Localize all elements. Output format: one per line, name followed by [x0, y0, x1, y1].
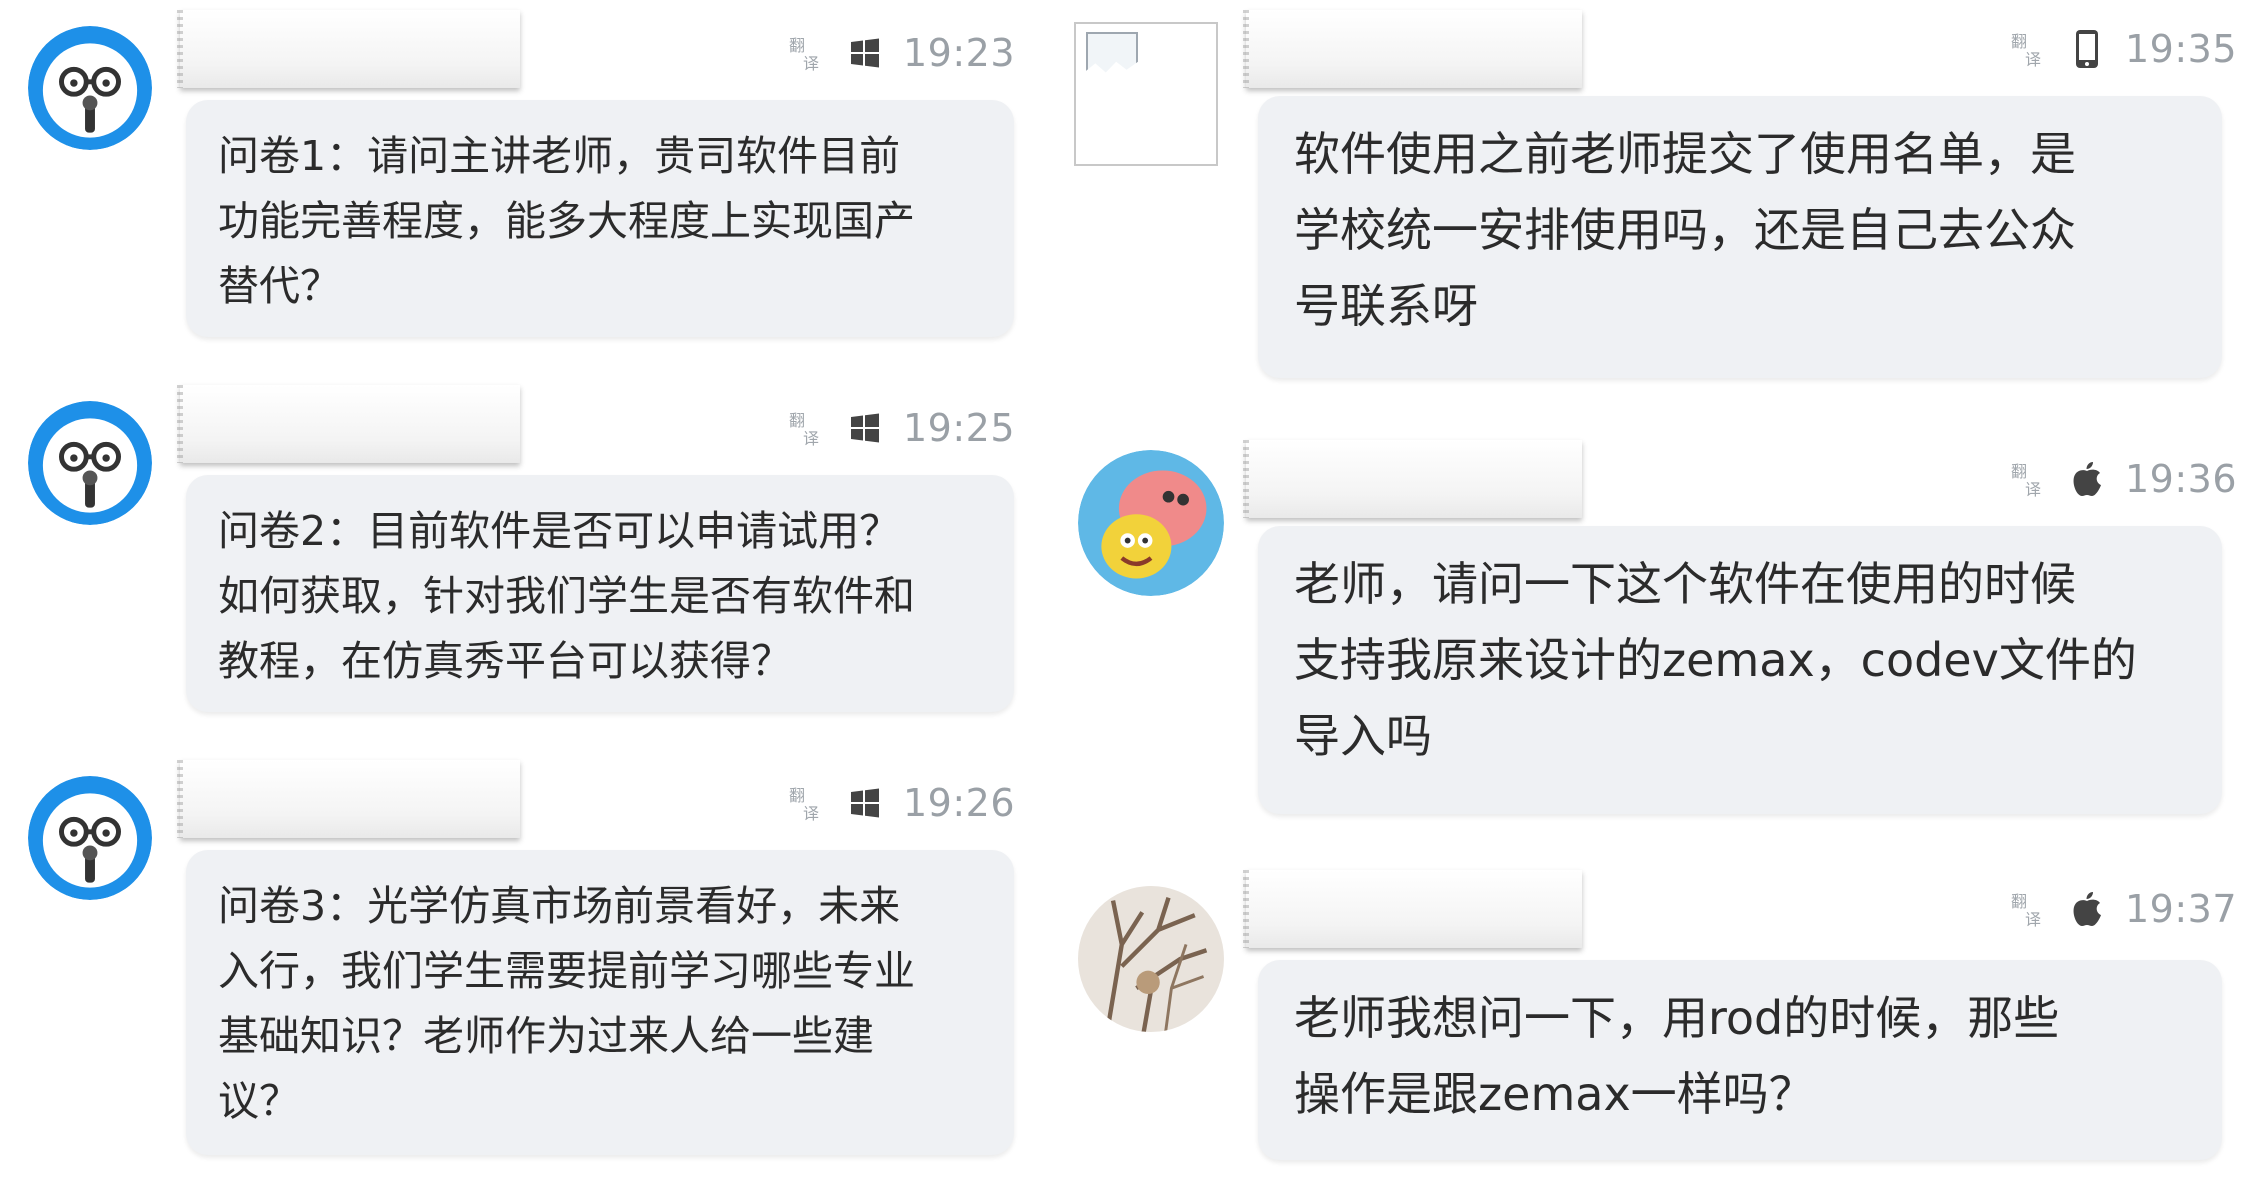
message-bubble[interactable]: 问卷1：请问主讲老师，贵司软件目前 功能完善程度，能多大程度上实现国产 替代？ — [186, 100, 1014, 337]
message-meta: 翻译 19:23 — [787, 28, 1015, 78]
message-bubble[interactable]: 问卷3：光学仿真市场前景看好，未来 入行，我们学生需要提前学习哪些专业 基础知识… — [186, 850, 1014, 1155]
translate-icon[interactable]: 翻译 — [787, 783, 827, 823]
chat-message: 翻译 19:25 问卷2：目前软件是否可以申请试用？ 如何获取，针对我们学生是否… — [0, 375, 1060, 725]
apple-icon — [2071, 889, 2103, 929]
chat-message: 翻译 19:23 问卷1：请问主讲老师，贵司软件目前 功能完善程度，能多大程度上… — [0, 0, 1060, 337]
message-text: 问卷2：目前软件是否可以申请试用？ 如何获取，针对我们学生是否有软件和 教程，在… — [218, 507, 915, 685]
apple-icon — [2071, 459, 2103, 499]
translate-icon[interactable]: 翻译 — [2009, 459, 2049, 499]
message-time: 19:25 — [902, 406, 1015, 450]
svg-text:翻: 翻 — [789, 411, 805, 430]
message-bubble[interactable]: 问卷2：目前软件是否可以申请试用？ 如何获取，针对我们学生是否有软件和 教程，在… — [186, 475, 1014, 712]
message-bubble[interactable]: 老师我想问一下，用rod的时候，那些 操作是跟zemax一样吗？ — [1258, 960, 2222, 1160]
host-avatar[interactable] — [28, 401, 152, 525]
mobile-phone-icon — [2071, 29, 2103, 69]
chat-message: 翻译 19:26 问卷3：光学仿真市场前景看好，未来 入行，我们学生需要提前学习… — [0, 750, 1060, 1188]
sender-name-redacted — [1243, 870, 1582, 948]
host-avatar[interactable] — [28, 776, 152, 900]
svg-text:译: 译 — [803, 429, 819, 448]
broken-avatar-image[interactable] — [1074, 22, 1218, 166]
cartoon-character-avatar[interactable] — [1078, 450, 1224, 596]
message-text: 老师我想问一下，用rod的时候，那些 操作是跟zemax一样吗？ — [1294, 991, 2060, 1121]
message-text: 软件使用之前老师提交了使用名单，是 学校统一安排使用吗，还是自己去公众 号联系呀 — [1294, 127, 2076, 333]
chat-column-right: 翻译 19:35 软件使用之前老师提交了使用名单，是 学校统一安排使用吗，还是自… — [1060, 0, 2265, 1188]
chat-column-left: 翻译 19:23 问卷1：请问主讲老师，贵司软件目前 功能完善程度，能多大程度上… — [0, 0, 1060, 1188]
message-text: 问卷3：光学仿真市场前景看好，未来 入行，我们学生需要提前学习哪些专业 基础知识… — [218, 882, 915, 1125]
message-meta: 翻译 19:25 — [787, 403, 1015, 453]
chat-message: 翻译 19:35 软件使用之前老师提交了使用名单，是 学校统一安排使用吗，还是自… — [1060, 0, 2265, 420]
message-bubble[interactable]: 软件使用之前老师提交了使用名单，是 学校统一安排使用吗，还是自己去公众 号联系呀 — [1258, 96, 2222, 378]
svg-text:译: 译 — [2025, 910, 2041, 929]
translate-icon[interactable]: 翻译 — [787, 408, 827, 448]
message-meta: 翻译 19:37 — [2009, 884, 2237, 934]
windows-icon — [849, 33, 881, 73]
chat-message: 翻译 19:37 老师我想问一下，用rod的时候，那些 操作是跟zemax一样吗… — [1060, 860, 2265, 1188]
chat-message: 翻译 19:36 老师，请问一下这个软件在使用的时候 支持我原来设计的zemax… — [1060, 430, 2265, 830]
svg-text:翻: 翻 — [789, 36, 805, 55]
svg-text:译: 译 — [803, 804, 819, 823]
message-bubble[interactable]: 老师，请问一下这个软件在使用的时候 支持我原来设计的zemax，codev文件的… — [1258, 526, 2222, 814]
sender-name-redacted — [177, 760, 520, 838]
message-text: 问卷1：请问主讲老师，贵司软件目前 功能完善程度，能多大程度上实现国产 替代？ — [218, 132, 915, 310]
sender-name-redacted — [177, 10, 520, 88]
message-time: 19:35 — [2124, 27, 2237, 71]
windows-icon — [849, 408, 881, 448]
sender-name-redacted — [1243, 10, 1582, 88]
windows-icon — [849, 783, 881, 823]
message-time: 19:26 — [902, 781, 1015, 825]
svg-text:译: 译 — [2025, 50, 2041, 69]
svg-text:译: 译 — [2025, 480, 2041, 499]
message-meta: 翻译 19:35 — [2009, 24, 2237, 74]
message-time: 19:23 — [902, 31, 1015, 75]
sender-name-redacted — [1243, 440, 1582, 518]
winter-tree-photo-avatar[interactable] — [1078, 886, 1224, 1032]
svg-text:翻: 翻 — [2011, 462, 2027, 481]
svg-text:译: 译 — [803, 54, 819, 73]
sender-name-redacted — [177, 385, 520, 463]
translate-icon[interactable]: 翻译 — [2009, 29, 2049, 69]
message-text: 老师，请问一下这个软件在使用的时候 支持我原来设计的zemax，codev文件的… — [1294, 557, 2137, 763]
message-time: 19:37 — [2124, 887, 2237, 931]
svg-text:翻: 翻 — [789, 786, 805, 805]
host-avatar[interactable] — [28, 26, 152, 150]
message-meta: 翻译 19:26 — [787, 778, 1015, 828]
broken-image-icon — [1086, 32, 1138, 73]
translate-icon[interactable]: 翻译 — [787, 33, 827, 73]
message-time: 19:36 — [2124, 457, 2237, 501]
svg-text:翻: 翻 — [2011, 892, 2027, 911]
message-meta: 翻译 19:36 — [2009, 454, 2237, 504]
translate-icon[interactable]: 翻译 — [2009, 889, 2049, 929]
svg-text:翻: 翻 — [2011, 32, 2027, 51]
